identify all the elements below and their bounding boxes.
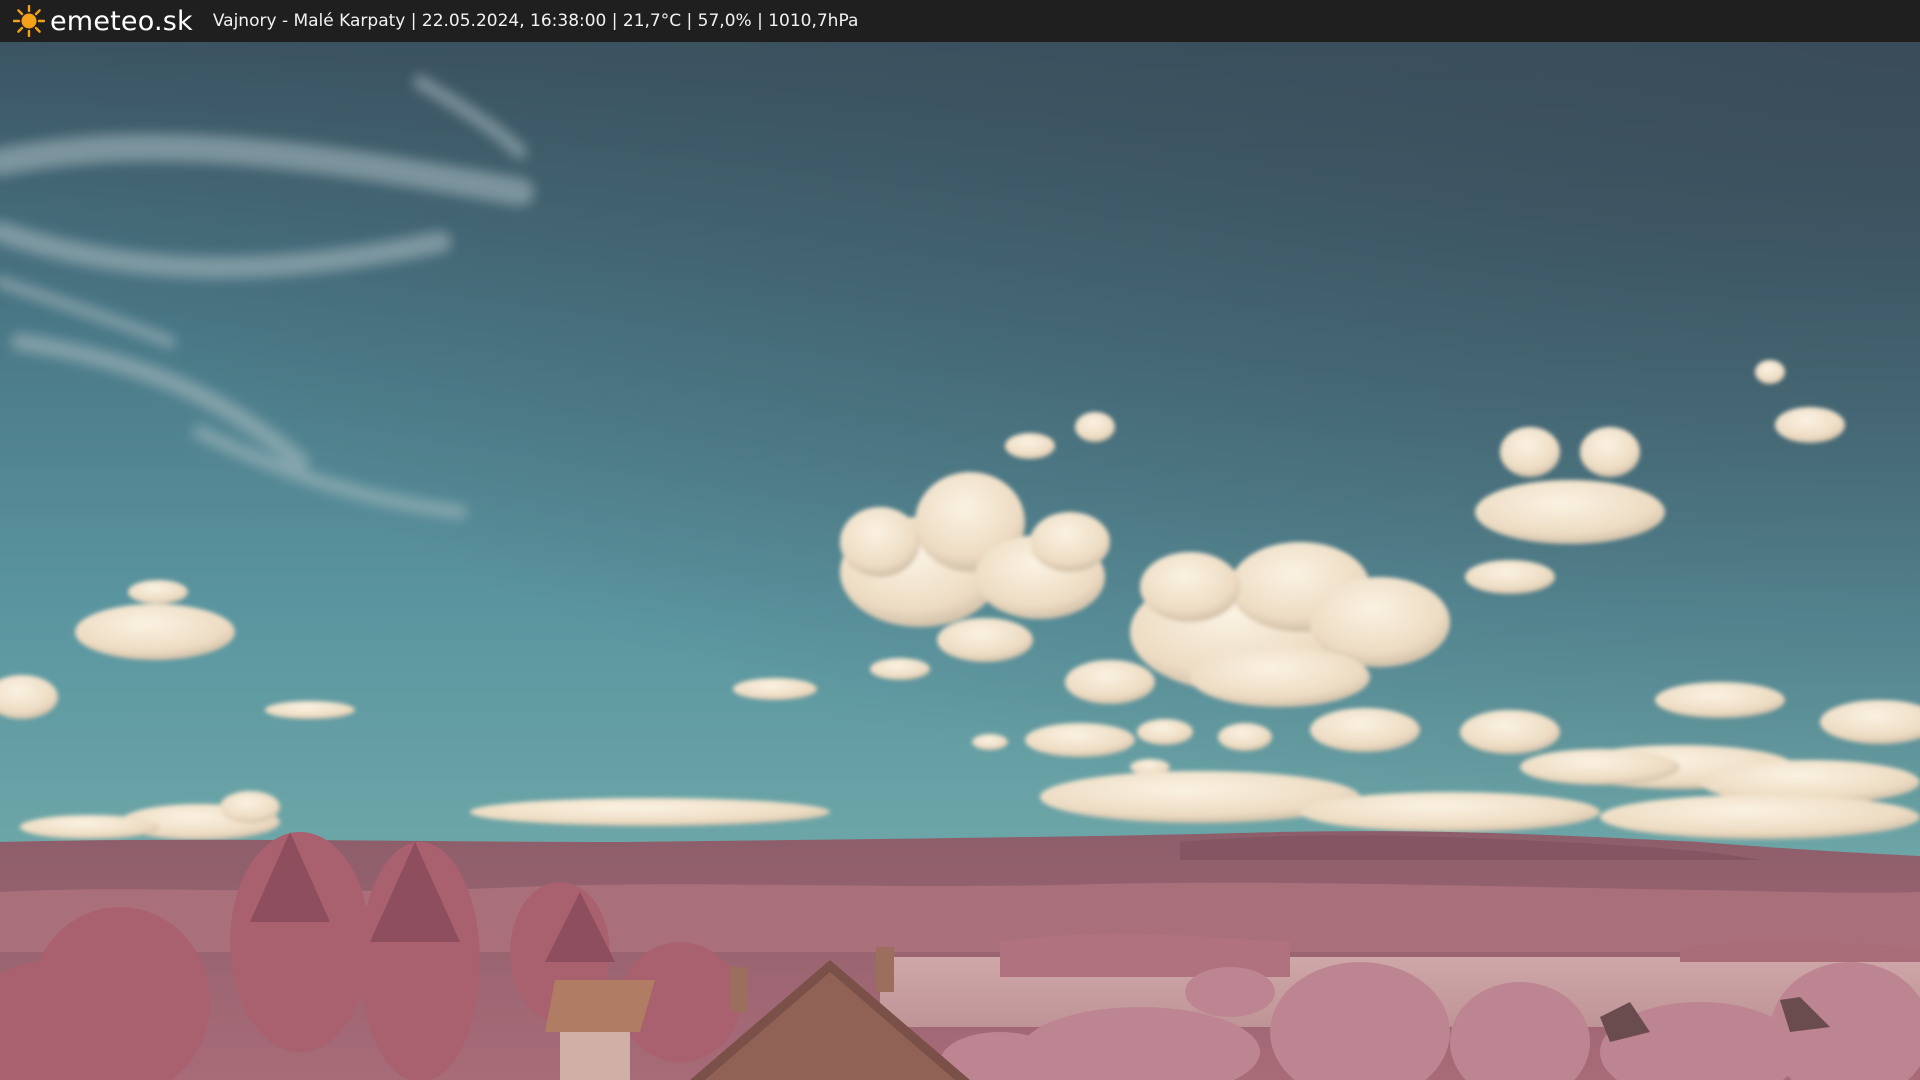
brand-name: emeteo.sk — [50, 5, 193, 37]
sun-icon — [12, 4, 46, 38]
webcam-image — [0, 42, 1920, 1080]
webcam-frame: emeteo.sk Vajnory - Malé Karpaty | 22.05… — [0, 0, 1920, 1080]
weather-caption: Vajnory - Malé Karpaty | 22.05.2024, 16:… — [212, 11, 859, 31]
header-bar: emeteo.sk Vajnory - Malé Karpaty | 22.05… — [0, 0, 1920, 42]
